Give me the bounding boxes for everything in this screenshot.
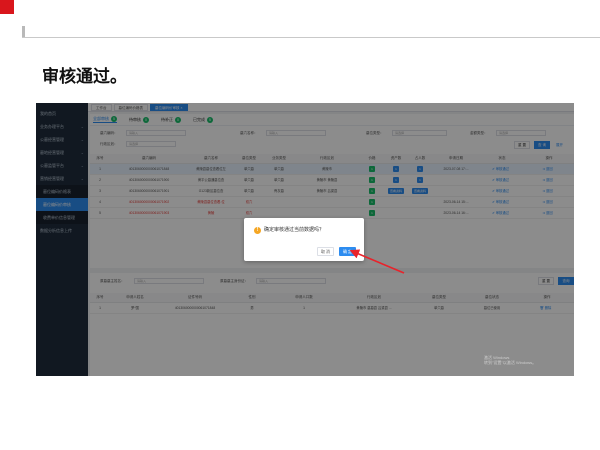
cancel-button[interactable]: 取 消 [317,247,334,256]
slide-heading: 审核通过。 [42,67,127,86]
app-screenshot: 我的首页 业务办理平台 ⌄ 公墓经营管理 ⌄ 墓地经营管理 ⌄ 公墓监管平台 ⌄ 营销经营管理 ⌄ 墓… [36,103,574,376]
activation-watermark: 激活 Windows 转到"设置"以激活 Windows。 [484,355,537,365]
confirm-button[interactable]: 确 定 [339,247,356,256]
slide-top-rule [22,37,600,38]
warning-icon: ! [254,227,261,234]
slide-red-corner [0,0,14,14]
confirm-dialog: ! 确定审核通过当前数据吗？ 取 消 确 定 [244,218,364,261]
dialog-message: 确定审核通过当前数据吗？ [264,227,325,233]
